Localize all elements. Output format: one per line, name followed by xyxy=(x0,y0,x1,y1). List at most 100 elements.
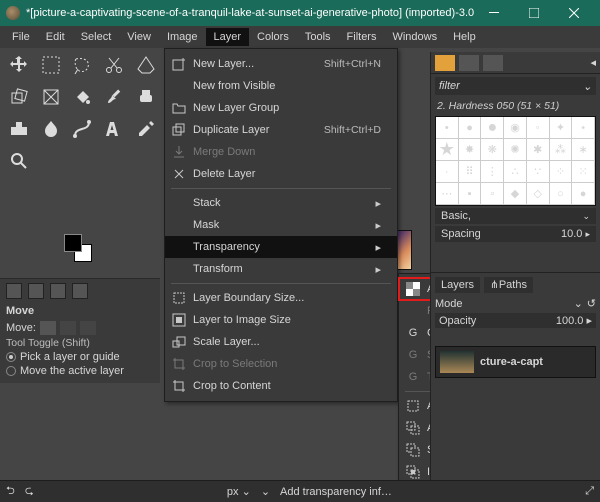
move-opt-active[interactable]: Move the active layer xyxy=(6,365,154,377)
patterns-tab-icon[interactable] xyxy=(459,55,479,71)
dock-menu-icon[interactable]: ◂ xyxy=(590,56,596,69)
menu-tools[interactable]: Tools xyxy=(297,28,339,46)
move-path-icon[interactable] xyxy=(80,321,96,335)
window-title: *[picture-a-captivating-scene-of-a-tranq… xyxy=(26,7,474,19)
fg-color-swatch[interactable] xyxy=(64,234,82,252)
menu-view[interactable]: View xyxy=(119,28,159,46)
menu-windows[interactable]: Windows xyxy=(384,28,445,46)
crop-icon xyxy=(171,378,187,394)
status-bar: ⮌ ⮎ px ⌄ ⌄ Add transparency inf… ⤢ xyxy=(0,480,600,502)
unit-selector[interactable]: px ⌄ xyxy=(227,485,251,498)
move-opt-pick[interactable]: Pick a layer or guide xyxy=(6,351,154,363)
nav-right-icon[interactable]: ⮎ xyxy=(25,482,34,501)
radio-icon xyxy=(6,366,16,376)
fonts-tab-icon[interactable] xyxy=(483,55,503,71)
merge-down-icon xyxy=(171,144,187,160)
menu-filters[interactable]: Filters xyxy=(339,28,385,46)
layer-menu: New Layer...Shift+Ctrl+N New from Visibl… xyxy=(164,48,398,402)
brush-grid[interactable]: •●●◉◦✦⋆ ★✸❋✺✱⁂∗ ·⠿⋮∴∵⁘⁙ ⋯▪▫◆◇○● xyxy=(435,116,596,206)
sel-intersect-icon xyxy=(405,464,421,480)
toolbox xyxy=(4,52,159,180)
tool-picker[interactable] xyxy=(133,116,159,142)
layer-name: cture-a-capt xyxy=(480,356,543,368)
menu-new-from-visible[interactable]: New from Visible xyxy=(165,75,397,97)
menu-colors[interactable]: Colors xyxy=(249,28,297,46)
layer-thumbnail xyxy=(440,351,474,373)
menu-help[interactable]: Help xyxy=(445,28,484,46)
tool-toggle-label: Tool Toggle (Shift) xyxy=(6,337,154,349)
brushes-tabs[interactable]: ◂ xyxy=(431,52,600,74)
dock-tabs[interactable] xyxy=(6,283,154,299)
boundary-icon xyxy=(171,290,187,306)
tool-crop[interactable] xyxy=(133,52,159,78)
menu-new-layer[interactable]: New Layer...Shift+Ctrl+N xyxy=(165,53,397,75)
brush-filter-input[interactable]: filter⌄ xyxy=(435,77,596,95)
menu-crop-content[interactable]: Crop to Content xyxy=(165,375,397,397)
tool-rect-select[interactable] xyxy=(38,52,64,78)
menu-crop-selection[interactable]: Crop to Selection xyxy=(165,353,397,375)
minimize-button[interactable] xyxy=(474,0,514,26)
menu-scale-layer[interactable]: Scale Layer... xyxy=(165,331,397,353)
duplicate-icon xyxy=(171,122,187,138)
tool-zoom[interactable] xyxy=(6,148,32,174)
menu-transform[interactable]: Transform▸ xyxy=(165,258,397,280)
menu-select[interactable]: Select xyxy=(73,28,120,46)
main-area: Move Move: Tool Toggle (Shift) Pick a la… xyxy=(0,48,600,502)
menu-transparency[interactable]: Transparency▸ xyxy=(165,236,397,258)
brush-spacing-row[interactable]: Spacing10.0 ▸ xyxy=(435,226,596,242)
tool-eraser[interactable] xyxy=(133,84,159,110)
tool-free-select[interactable] xyxy=(70,52,96,78)
tool-clone[interactable] xyxy=(6,116,32,142)
menu-layer[interactable]: Layer xyxy=(206,28,250,46)
checker-icon xyxy=(405,281,421,297)
brush-basic-row[interactable]: Basic,⌄ xyxy=(435,208,596,224)
zoom-selector[interactable]: ⌄ xyxy=(261,485,270,498)
titlebar: *[picture-a-captivating-scene-of-a-tranq… xyxy=(0,0,600,26)
move-target-row: Move: xyxy=(6,321,154,335)
maximize-button[interactable] xyxy=(514,0,554,26)
tool-text[interactable] xyxy=(101,116,127,142)
tool-options-panel: Move Move: Tool Toggle (Shift) Pick a la… xyxy=(0,278,160,383)
tool-smudge[interactable] xyxy=(38,116,64,142)
layer-row[interactable]: cture-a-capt xyxy=(435,346,596,378)
tool-scissors[interactable] xyxy=(101,52,127,78)
menu-file[interactable]: File xyxy=(4,28,38,46)
brushes-tab-icon[interactable] xyxy=(435,55,455,71)
tool-bucket[interactable] xyxy=(70,84,96,110)
nav-left-icon[interactable]: ⮌ xyxy=(6,482,15,501)
menu-delete-layer[interactable]: Delete Layer xyxy=(165,163,397,185)
menu-layer-to-image[interactable]: Layer to Image Size xyxy=(165,309,397,331)
menu-merge-down[interactable]: Merge Down xyxy=(165,141,397,163)
tool-options-title: Move xyxy=(6,305,154,317)
scale-icon xyxy=(171,334,187,350)
fg-bg-colors[interactable] xyxy=(64,234,94,264)
tool-warp[interactable] xyxy=(38,84,64,110)
menu-boundary-size[interactable]: Layer Boundary Size... xyxy=(165,287,397,309)
nav-corner-icon[interactable]: ⤢ xyxy=(585,485,594,498)
sel-add-icon xyxy=(405,420,421,436)
gegl-icon: G xyxy=(405,369,421,385)
close-button[interactable] xyxy=(554,0,594,26)
gegl-icon: G xyxy=(405,347,421,363)
status-hint: Add transparency inf… xyxy=(280,486,392,498)
new-layer-icon xyxy=(171,56,187,72)
tool-move[interactable] xyxy=(6,52,32,78)
tool-rotate[interactable] xyxy=(6,84,32,110)
menu-edit[interactable]: Edit xyxy=(38,28,73,46)
gegl-icon: G xyxy=(405,325,421,341)
tab-layers[interactable]: Layers xyxy=(435,277,480,293)
menu-new-layer-group[interactable]: New Layer Group xyxy=(165,97,397,119)
move-sel-icon[interactable] xyxy=(60,321,76,335)
move-layer-icon[interactable] xyxy=(40,321,56,335)
layer-mode-row[interactable]: Mode⌄↺ xyxy=(435,297,596,310)
layer-opacity-row[interactable]: Opacity100.0 ▸ xyxy=(435,313,596,328)
menu-stack[interactable]: Stack▸ xyxy=(165,192,397,214)
tab-paths[interactable]: ⋔Paths xyxy=(484,277,533,293)
menu-image[interactable]: Image xyxy=(159,28,206,46)
radio-icon xyxy=(6,352,16,362)
menu-mask[interactable]: Mask▸ xyxy=(165,214,397,236)
tool-path[interactable] xyxy=(70,116,96,142)
delete-icon xyxy=(171,166,187,182)
menu-duplicate-layer[interactable]: Duplicate LayerShift+Ctrl+D xyxy=(165,119,397,141)
tool-paint[interactable] xyxy=(101,84,127,110)
